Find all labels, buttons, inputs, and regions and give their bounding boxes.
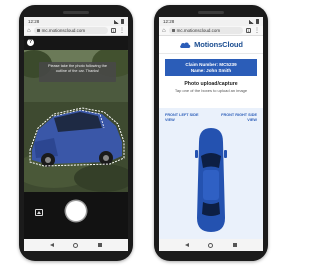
android-nav-bar [24,239,128,251]
view-labels-row: FRONT LEFT SIDE VIEW FRONT RIGHT SIDE VI… [159,113,263,122]
left-phone: 12:28 ⌂ mc.motionscloud.com 1 ⋮ ? Please… [19,5,133,261]
front-right-view-button[interactable]: FRONT RIGHT SIDE VIEW [217,113,257,122]
camera-controls [24,192,128,239]
recents-icon[interactable] [98,243,103,247]
status-bar: 12:28 [24,17,128,26]
battery-icon [121,19,124,24]
app-content: MotionsCloud Claim Number: MC5239 Name: … [159,36,263,239]
signal-icon [249,19,254,24]
front-left-view-button[interactable]: FRONT LEFT SIDE VIEW [165,113,205,122]
brand-name: MotionsCloud [194,40,243,49]
home-icon[interactable]: ⌂ [162,28,166,34]
home-button-icon[interactable] [208,242,214,248]
signal-icon [114,19,119,24]
instruction-message: Please take the photo following the outl… [39,62,116,82]
android-nav-bar [159,239,263,251]
menu-icon[interactable]: ⋮ [254,28,260,34]
claim-number: Claim Number: MC5239 [185,62,237,67]
claim-name: Name: John Smith [190,68,232,73]
status-icons [114,19,124,24]
right-phone: 12:28 ⌂ mc.motionscloud.com 1 ⋮ MotionsC… [154,5,268,261]
stage: 12:28 ⌂ mc.motionscloud.com 1 ⋮ ? Please… [0,0,283,267]
recents-icon[interactable] [233,243,238,247]
tabs-icon[interactable]: 1 [246,28,251,33]
url-field[interactable]: mc.motionscloud.com [33,27,108,34]
status-time: 12:28 [28,19,40,24]
home-icon[interactable]: ⌂ [27,28,31,34]
status-bar: 12:28 [159,17,263,26]
camera-view: ? Please take the photo following the ou… [24,36,128,239]
gallery-icon[interactable] [35,209,43,216]
speaker [198,11,224,14]
home-button-icon[interactable] [73,242,79,248]
url-text: mc.motionscloud.com [41,28,86,33]
battery-icon [256,19,259,24]
help-icon[interactable]: ? [27,39,34,46]
brand-header: MotionsCloud [159,36,263,54]
status-time: 12:28 [163,19,175,24]
upload-title: Photo upload/capture [184,81,238,87]
url-text: mc.motionscloud.com [176,28,221,33]
shutter-button[interactable] [66,201,86,221]
menu-icon[interactable]: ⋮ [119,28,125,34]
tabs-icon[interactable]: 1 [111,28,116,33]
back-icon[interactable] [49,243,54,247]
browser-bar: ⌂ mc.motionscloud.com 1 ⋮ [24,26,128,36]
cloud-logo-icon [180,41,191,48]
browser-bar: ⌂ mc.motionscloud.com 1 ⋮ [159,26,263,36]
claim-info-box: Claim Number: MC5239 Name: John Smith [165,59,257,76]
camera-top-bar: ? [24,36,128,50]
back-icon[interactable] [184,243,189,247]
lock-icon [36,29,40,32]
left-screen: 12:28 ⌂ mc.motionscloud.com 1 ⋮ ? Please… [24,17,128,251]
upload-subtitle: Tap one of the boxes to upload an image [174,88,248,93]
url-field[interactable]: mc.motionscloud.com [168,27,243,34]
car-top-view[interactable] [159,122,263,239]
car-diagram-area: FRONT LEFT SIDE VIEW FRONT RIGHT SIDE VI… [159,108,263,239]
right-screen: 12:28 ⌂ mc.motionscloud.com 1 ⋮ MotionsC… [159,17,263,251]
status-icons [249,19,259,24]
lock-icon [171,29,175,32]
speaker [63,11,89,14]
